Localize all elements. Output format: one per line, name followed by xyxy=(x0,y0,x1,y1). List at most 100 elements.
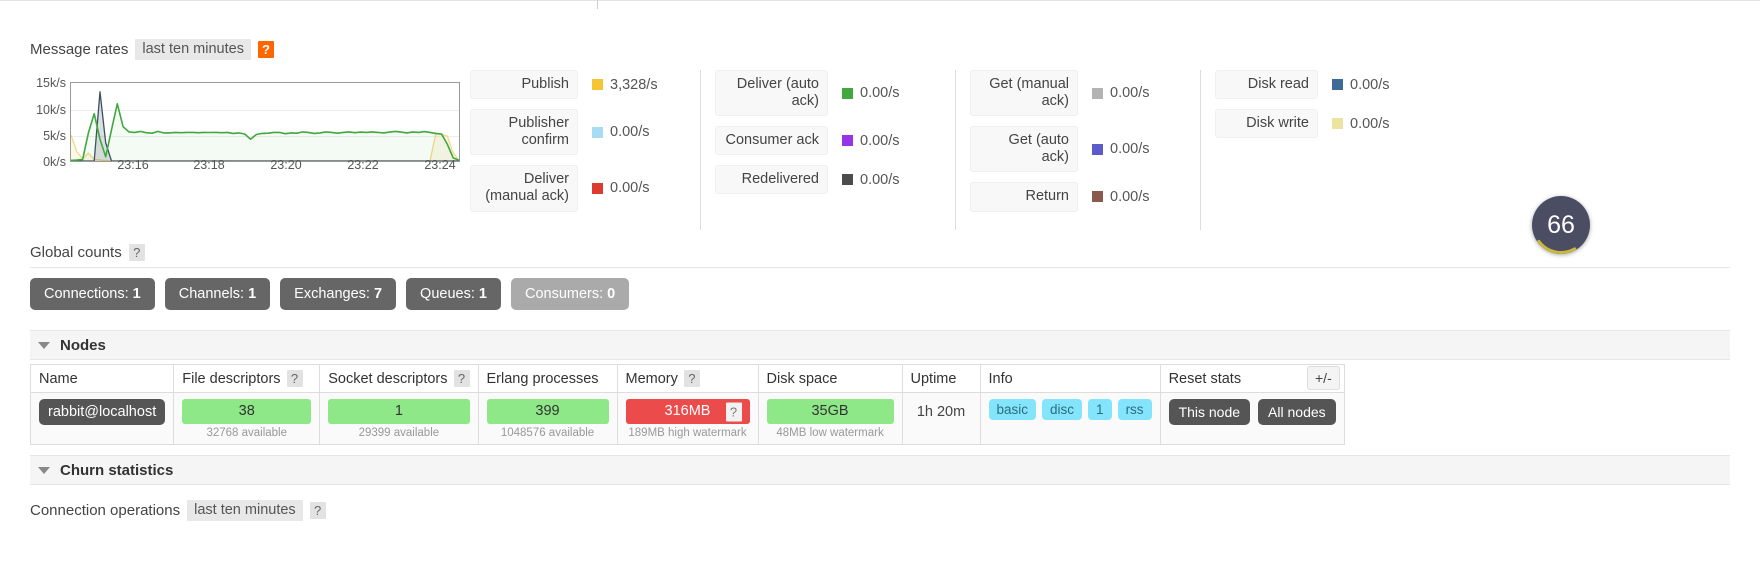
metric-value-row: 3,328/s xyxy=(592,77,700,93)
count-value: 1 xyxy=(478,286,487,302)
col-socket-descriptors[interactable]: Socket descriptors ? xyxy=(319,364,479,393)
col-memory-label: Memory xyxy=(625,370,678,387)
color-swatch-icon xyxy=(592,126,603,138)
help-icon[interactable]: ? xyxy=(257,41,274,58)
cell-disk-space: 35GB 48MB low watermark xyxy=(757,392,903,445)
col-memory[interactable]: Memory ? xyxy=(616,364,759,393)
col-erlang-processes-label: Erlang processes xyxy=(486,370,599,387)
col-info[interactable]: Info xyxy=(979,364,1161,393)
metric-button-consumer-ack[interactable]: Consumer ack xyxy=(715,126,828,156)
cell-reset-stats: This node All nodes xyxy=(1159,392,1345,445)
count-button-connections[interactable]: Connections: 1 xyxy=(30,278,155,310)
count-button-queues[interactable]: Queues: 1 xyxy=(406,278,501,310)
metric-value-row: 0.00/s xyxy=(1092,189,1200,205)
info-tag-disc[interactable]: disc xyxy=(1042,399,1083,420)
col-name-label: Name xyxy=(39,370,78,387)
metric-button-return[interactable]: Return xyxy=(970,182,1078,212)
metric-button-disk-write[interactable]: Disk write xyxy=(1215,109,1318,139)
color-swatch-icon xyxy=(592,79,603,91)
col-file-descriptors[interactable]: File descriptors ? xyxy=(173,364,321,393)
count-label: Queues: xyxy=(420,286,479,302)
help-icon[interactable]: ? xyxy=(309,502,326,519)
help-icon[interactable]: ? xyxy=(128,244,145,261)
color-swatch-icon xyxy=(1332,79,1343,91)
socket-descriptors-bar: 1 xyxy=(328,399,470,424)
count-button-exchanges[interactable]: Exchanges: 7 xyxy=(280,278,397,310)
reset-stats-this-node-button[interactable]: This node xyxy=(1168,399,1251,425)
message-rates-legend: Publish 3,328/s Publisher confirm 0.00/s Del… xyxy=(470,70,1435,230)
global-counts-heading: Global counts ? xyxy=(30,244,145,261)
table-row: rabbit@localhost 38 32768 available 1 29… xyxy=(29,392,1345,445)
metric-value: 0.00/s xyxy=(1110,85,1150,102)
node-name-link[interactable]: rabbit@localhost xyxy=(39,399,166,425)
count-button-channels[interactable]: Channels: 1 xyxy=(164,278,271,310)
count-button-consumers[interactable]: Consumers: 0 xyxy=(510,278,630,310)
col-name[interactable]: Name xyxy=(29,364,175,393)
y-tick-0: 15k/s xyxy=(36,76,66,90)
metric-button-disk-read[interactable]: Disk read xyxy=(1215,70,1318,100)
col-file-descriptors-label: File descriptors xyxy=(182,370,281,387)
color-swatch-icon xyxy=(842,174,853,186)
erlang-processes-sub: 1048576 available xyxy=(500,427,595,439)
churn-section-header[interactable]: Churn statistics xyxy=(30,455,1730,485)
x-tick-3: 23:22 xyxy=(347,158,379,172)
nodes-section-header[interactable]: Nodes xyxy=(30,330,1730,360)
metric-value: 0.00/s xyxy=(1350,76,1390,93)
metric-value: 0.00/s xyxy=(1110,141,1150,158)
cell-uptime: 1h 20m xyxy=(901,392,981,445)
cell-file-descriptors: 38 32768 available xyxy=(173,392,321,445)
nodes-title: Nodes xyxy=(60,336,106,354)
help-icon[interactable]: ? xyxy=(683,370,700,387)
memory-sub: 189MB high watermark xyxy=(628,427,747,439)
color-swatch-icon xyxy=(1092,143,1103,155)
count-label: Exchanges: xyxy=(294,286,374,302)
global-counts-buttons: Connections: 1 Channels: 1 Exchanges: 7 Que… xyxy=(30,278,630,310)
metric-button-deliver-manual-ack[interactable]: Deliver (manual ack) xyxy=(470,165,578,212)
uptime-value: 1h 20m xyxy=(916,404,966,420)
count-label: Connections: xyxy=(44,286,133,302)
metric-button-publish[interactable]: Publish xyxy=(470,70,578,100)
col-disk-space-label: Disk space xyxy=(766,370,838,387)
metric-value: 3,328/s xyxy=(610,76,658,93)
count-value: 1 xyxy=(132,286,141,302)
metric-button-redelivered[interactable]: Redelivered xyxy=(715,165,828,195)
global-counts-divider xyxy=(30,267,1730,268)
info-tag-1[interactable]: 1 xyxy=(1088,399,1112,420)
metric-value: 0.00/s xyxy=(1350,115,1390,132)
metric-button-get-manual-ack[interactable]: Get (manual ack) xyxy=(970,70,1078,117)
nodes-table: Name File descriptors ? Socket descripto… xyxy=(29,364,1345,445)
col-info-label: Info xyxy=(988,370,1013,387)
erlang-processes-bar: 399 xyxy=(486,399,609,424)
chevron-down-icon[interactable] xyxy=(38,341,50,349)
message-rates-period[interactable]: last ten minutes xyxy=(135,39,251,60)
overlay-badge[interactable]: 66 xyxy=(1532,196,1590,254)
rabbitmq-overview-page: Message rates last ten minutes ? 15k/s 1… xyxy=(0,0,1760,580)
help-icon[interactable]: ? xyxy=(725,402,742,421)
cell-memory: 316MB ? 189MB high watermark xyxy=(616,392,759,445)
reset-stats-all-nodes-button[interactable]: All nodes xyxy=(1258,399,1336,425)
help-icon[interactable]: ? xyxy=(453,370,470,387)
chevron-down-icon[interactable] xyxy=(38,466,50,474)
metric-button-get-auto-ack[interactable]: Get (auto ack) xyxy=(970,126,1078,173)
memory-bar: 316MB ? xyxy=(625,399,750,424)
metric-button-deliver-auto-ack[interactable]: Deliver (auto ack) xyxy=(715,70,828,117)
x-tick-4: 23:24 xyxy=(424,158,456,172)
connection-operations-period[interactable]: last ten minutes xyxy=(187,500,303,521)
info-tag-basic[interactable]: basic xyxy=(988,399,1037,420)
legend-column-3: Get (manual ack) 0.00/s Get (auto ack) 0.00… xyxy=(955,70,1200,230)
metric-button-publisher-confirm[interactable]: Publisher confirm xyxy=(470,109,578,156)
toggle-columns-button[interactable]: +/- xyxy=(1307,366,1340,390)
help-icon[interactable]: ? xyxy=(286,370,303,387)
top-divider-tick xyxy=(597,0,598,9)
metric-value: 0.00/s xyxy=(860,85,900,102)
metric-value-row: 0.00/s xyxy=(592,180,700,196)
col-erlang-processes[interactable]: Erlang processes xyxy=(477,364,618,393)
col-uptime[interactable]: Uptime xyxy=(901,364,981,393)
x-tick-1: 23:18 xyxy=(193,158,225,172)
legend-column-4: Disk read 0.00/s Disk write 0.00/s xyxy=(1200,70,1435,230)
file-descriptors-sub: 32768 available xyxy=(206,427,288,439)
info-tag-rss[interactable]: rss xyxy=(1117,399,1152,420)
col-disk-space[interactable]: Disk space xyxy=(757,364,903,393)
color-swatch-icon xyxy=(1092,87,1103,99)
connection-operations-heading: Connection operations last ten minutes ? xyxy=(30,500,326,521)
